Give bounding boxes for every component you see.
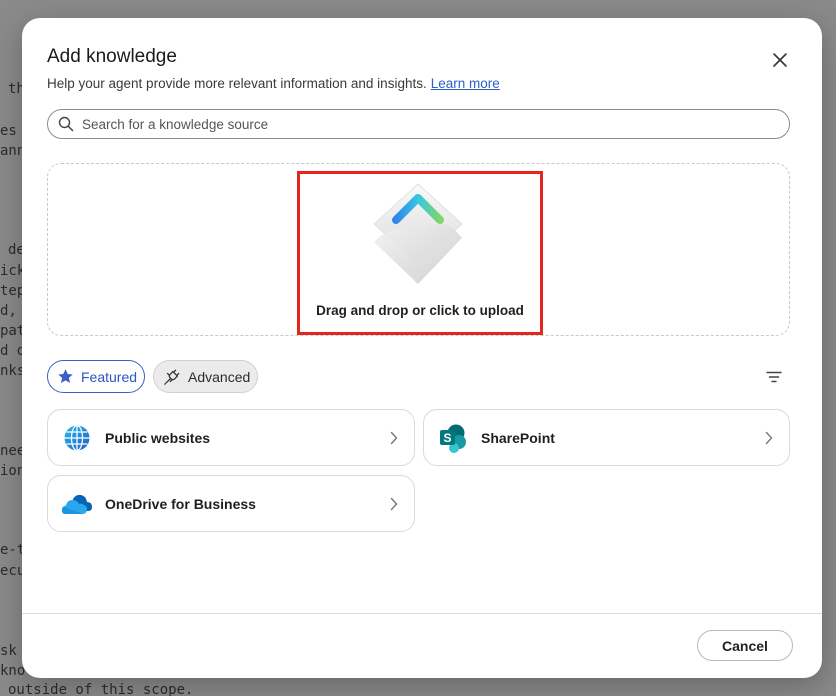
source-name: Public websites xyxy=(105,429,211,446)
source-card-onedrive[interactable]: OneDrive for Business xyxy=(47,475,415,532)
dialog-subtitle-text: Help your agent provide more relevant in… xyxy=(47,76,427,91)
footer-divider xyxy=(22,613,822,614)
background-text-line: sk xyxy=(0,643,17,659)
chevron-right-icon xyxy=(390,497,398,511)
search-icon xyxy=(58,116,74,132)
close-button[interactable] xyxy=(766,46,794,74)
source-card-sharepoint[interactable]: S SharePoint xyxy=(423,409,790,466)
background-text-line: es xyxy=(0,123,17,139)
advanced-filter-label: Advanced xyxy=(188,368,251,385)
svg-text:S: S xyxy=(443,431,451,445)
learn-more-link[interactable]: Learn more xyxy=(431,76,500,91)
source-name: SharePoint xyxy=(481,429,555,446)
featured-filter-label: Featured xyxy=(81,368,138,385)
featured-filter-tab[interactable]: Featured xyxy=(47,360,145,393)
source-card-public-websites[interactable]: Public websites xyxy=(47,409,415,466)
globe-icon xyxy=(61,422,93,454)
upload-button[interactable]: Drag and drop or click to upload xyxy=(297,171,543,335)
search-input[interactable] xyxy=(82,116,762,132)
filter-icon xyxy=(766,371,782,383)
chevron-right-icon xyxy=(765,431,773,445)
sharepoint-icon: S xyxy=(437,422,469,454)
source-name: OneDrive for Business xyxy=(105,495,256,512)
plug-connect-icon xyxy=(164,369,180,385)
onedrive-icon xyxy=(61,488,93,520)
dialog-subtitle: Help your agent provide more relevant in… xyxy=(47,76,500,91)
advanced-filter-tab[interactable]: Advanced xyxy=(153,360,258,393)
background-text-line: outside of this scope. xyxy=(8,682,194,696)
search-box[interactable] xyxy=(47,109,790,139)
filter-button[interactable] xyxy=(762,366,786,388)
upload-icon xyxy=(373,183,463,284)
chevron-right-icon xyxy=(390,431,398,445)
background-text-line: d, xyxy=(0,303,17,319)
cancel-button[interactable]: Cancel xyxy=(697,630,793,661)
add-knowledge-dialog: Add knowledge Help your agent provide mo… xyxy=(22,18,822,678)
close-icon xyxy=(773,53,787,67)
dialog-title: Add knowledge xyxy=(47,46,177,67)
upload-label: Drag and drop or click to upload xyxy=(316,303,524,318)
star-icon xyxy=(58,369,73,383)
